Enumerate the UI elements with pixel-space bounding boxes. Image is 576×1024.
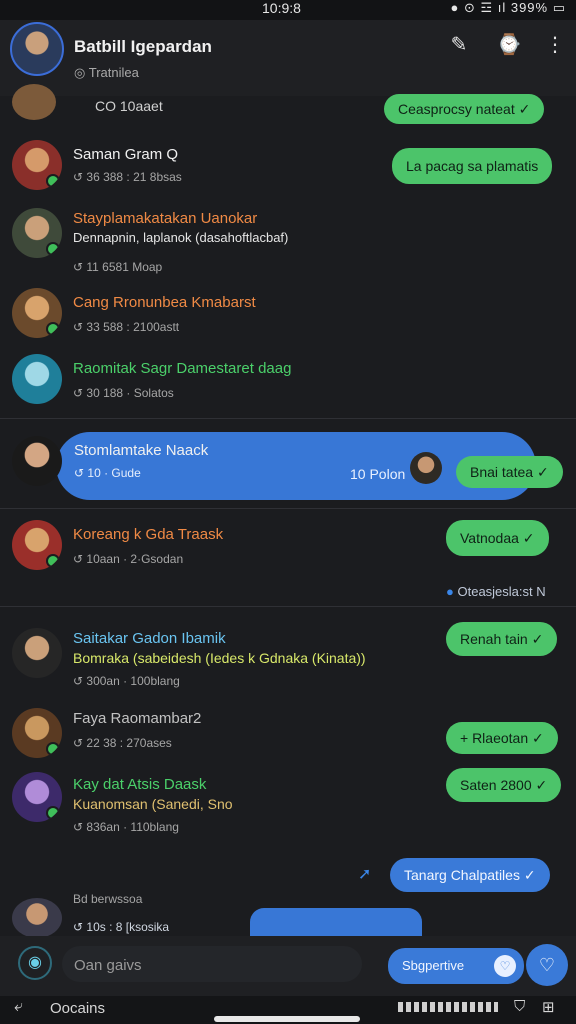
avatar	[12, 772, 62, 822]
item-meta: ↺ 30 188 · Solatos	[73, 386, 174, 400]
header-avatar[interactable]	[10, 22, 64, 76]
item-count: 10 Polon	[350, 466, 406, 482]
item-title: Cang Rronunbea Kmabarst	[73, 294, 256, 311]
pen-icon[interactable]: ✎	[444, 30, 474, 60]
message-input-placeholder: Oan gaivs	[74, 957, 142, 974]
item-title: Stayplamakatakan Uanokar	[73, 210, 258, 227]
avatar	[12, 354, 62, 404]
item-title: Raomitak Sagr Damestaret daag	[73, 360, 292, 377]
suggestion-icon: ♡	[494, 955, 516, 977]
item-meta: ↺ 11 6581 Moap	[73, 260, 163, 274]
avatar	[12, 520, 62, 570]
list-item[interactable]: Saman Gram Q ↺ 36 388 : 21 8bsas La paca…	[0, 138, 576, 194]
reply-pill[interactable]: + Rlaeotan ✓	[446, 722, 558, 754]
home-indicator[interactable]	[214, 1016, 360, 1022]
reply-pill[interactable]: Saten 2800 ✓	[446, 768, 562, 802]
more-icon[interactable]: ⋮	[540, 30, 570, 60]
reply-pill[interactable]: La pacag sa plamatis	[392, 148, 553, 184]
reply-pill[interactable]: Vatnodaa ✓	[446, 520, 549, 556]
divider	[0, 418, 576, 419]
reply-pill[interactable]: Ceasprocsy nateat ✓	[384, 94, 545, 124]
item-title: Bd berwssoa	[73, 892, 143, 906]
avatar	[12, 84, 56, 120]
avatar	[12, 208, 62, 258]
keyboard-strip	[398, 1002, 498, 1012]
grid-icon[interactable]: ⊞	[542, 998, 555, 1016]
avatar	[410, 452, 442, 484]
list-item[interactable]: Faya Raomambar2 ↺ 22 38 : 270ases + Rlae…	[0, 704, 576, 760]
attach-icon[interactable]: ◉	[18, 946, 52, 980]
list-item[interactable]: CO 10aaet Ceasprocsy nateat ✓	[0, 84, 576, 124]
reply-pill[interactable]: Bnai tatea ✓	[456, 456, 563, 488]
header-subtitle: ◎ Tratnilea	[74, 65, 139, 80]
item-title: Saman Gram Q	[73, 146, 179, 163]
header-title[interactable]: Batbill Igepardan	[74, 37, 212, 57]
item-title: Saitakar Gadon Ibamik	[73, 630, 226, 647]
list-item[interactable]: Koreang k Gda Traask ↺ 10aan · 2·Gsodan …	[0, 516, 576, 576]
avatar	[12, 708, 62, 758]
back-icon[interactable]: ⤶	[14, 998, 23, 1016]
item-subtitle: Kuanomsan (Sanedi, Sno	[73, 796, 233, 812]
list-item[interactable]: Bd berwssoa ↺ 10s : 8 [ksosika	[0, 890, 576, 938]
status-time: 10:9:8	[262, 0, 301, 16]
avatar	[12, 140, 62, 190]
avatar	[12, 898, 62, 938]
sent-pill[interactable]: Tanarg Chalpatiles ✓	[390, 858, 550, 892]
item-meta: ↺ 33 588 : 2100astt	[73, 320, 180, 334]
item-title: Faya Raomambar2	[73, 710, 202, 727]
list-item[interactable]: Kay dat Atsis Daask Kuanomsan (Sanedi, S…	[0, 768, 576, 840]
avatar	[12, 288, 62, 338]
list-item-selected[interactable]: Stomlamtake Naack ↺ 10 · Gude 10 Polon B…	[0, 432, 576, 500]
item-meta: ↺ 836an · 110blang	[73, 820, 179, 834]
item-title: CO 10aaet	[95, 98, 163, 114]
divider	[0, 606, 576, 607]
send-button[interactable]: ♡	[526, 944, 568, 986]
list-item[interactable]: Raomitak Sagr Damestaret daag ↺ 30 188 ·…	[0, 350, 576, 406]
item-meta: ↺ 10 · Gude	[74, 466, 141, 480]
list-item[interactable]: Stayplamakatakan Uanokar Dennapnin, lapl…	[0, 202, 576, 278]
item-meta: ↺ 22 38 : 270ases	[73, 736, 172, 750]
avatar	[12, 628, 62, 678]
status-icons: ● ⊙ ☲ ıl 399% ▭	[450, 0, 566, 15]
shield-icon[interactable]: ⛉	[514, 998, 525, 1015]
item-meta: ↺ 10s : 8 [ksosika	[73, 920, 170, 934]
list-item[interactable]: Saitakar Gadon Ibamik Bomraka (sabeidesh…	[0, 622, 576, 694]
list-item[interactable]: Cang Rronunbea Kmabarst ↺ 33 588 : 2100a…	[0, 284, 576, 340]
chat-header	[0, 20, 576, 96]
item-title: Stomlamtake Naack	[74, 442, 209, 459]
item-title: Koreang k Gda Traask	[73, 526, 224, 543]
item-title: Kay dat Atsis Daask	[73, 776, 207, 793]
divider	[0, 508, 576, 509]
avatar	[12, 436, 62, 486]
item-meta: ↺ 10aan · 2·Gsodan	[73, 552, 184, 566]
reply-pill[interactable]: Renah tain ✓	[446, 622, 558, 656]
message-bubble[interactable]	[250, 908, 422, 936]
item-subtitle: Dennapnin, laplanok (dasahoftlacbaf)	[73, 230, 289, 245]
suggestion-button[interactable]: Sbgpertive ♡	[388, 948, 524, 984]
item-meta: ↺ 36 388 : 21 8bsas	[73, 170, 182, 184]
sent-icon: ➚	[358, 866, 372, 883]
item-subtitle: Bomraka (sabeidesh (Iedes k Gdnaka (Kina…	[73, 650, 366, 666]
delivery-status: ● Oteasjesla:st N	[446, 584, 546, 599]
timer-icon[interactable]: ⌚	[494, 30, 524, 60]
nav-label: Oocains	[50, 1000, 106, 1017]
item-meta: ↺ 300an · 100blang	[73, 674, 180, 688]
